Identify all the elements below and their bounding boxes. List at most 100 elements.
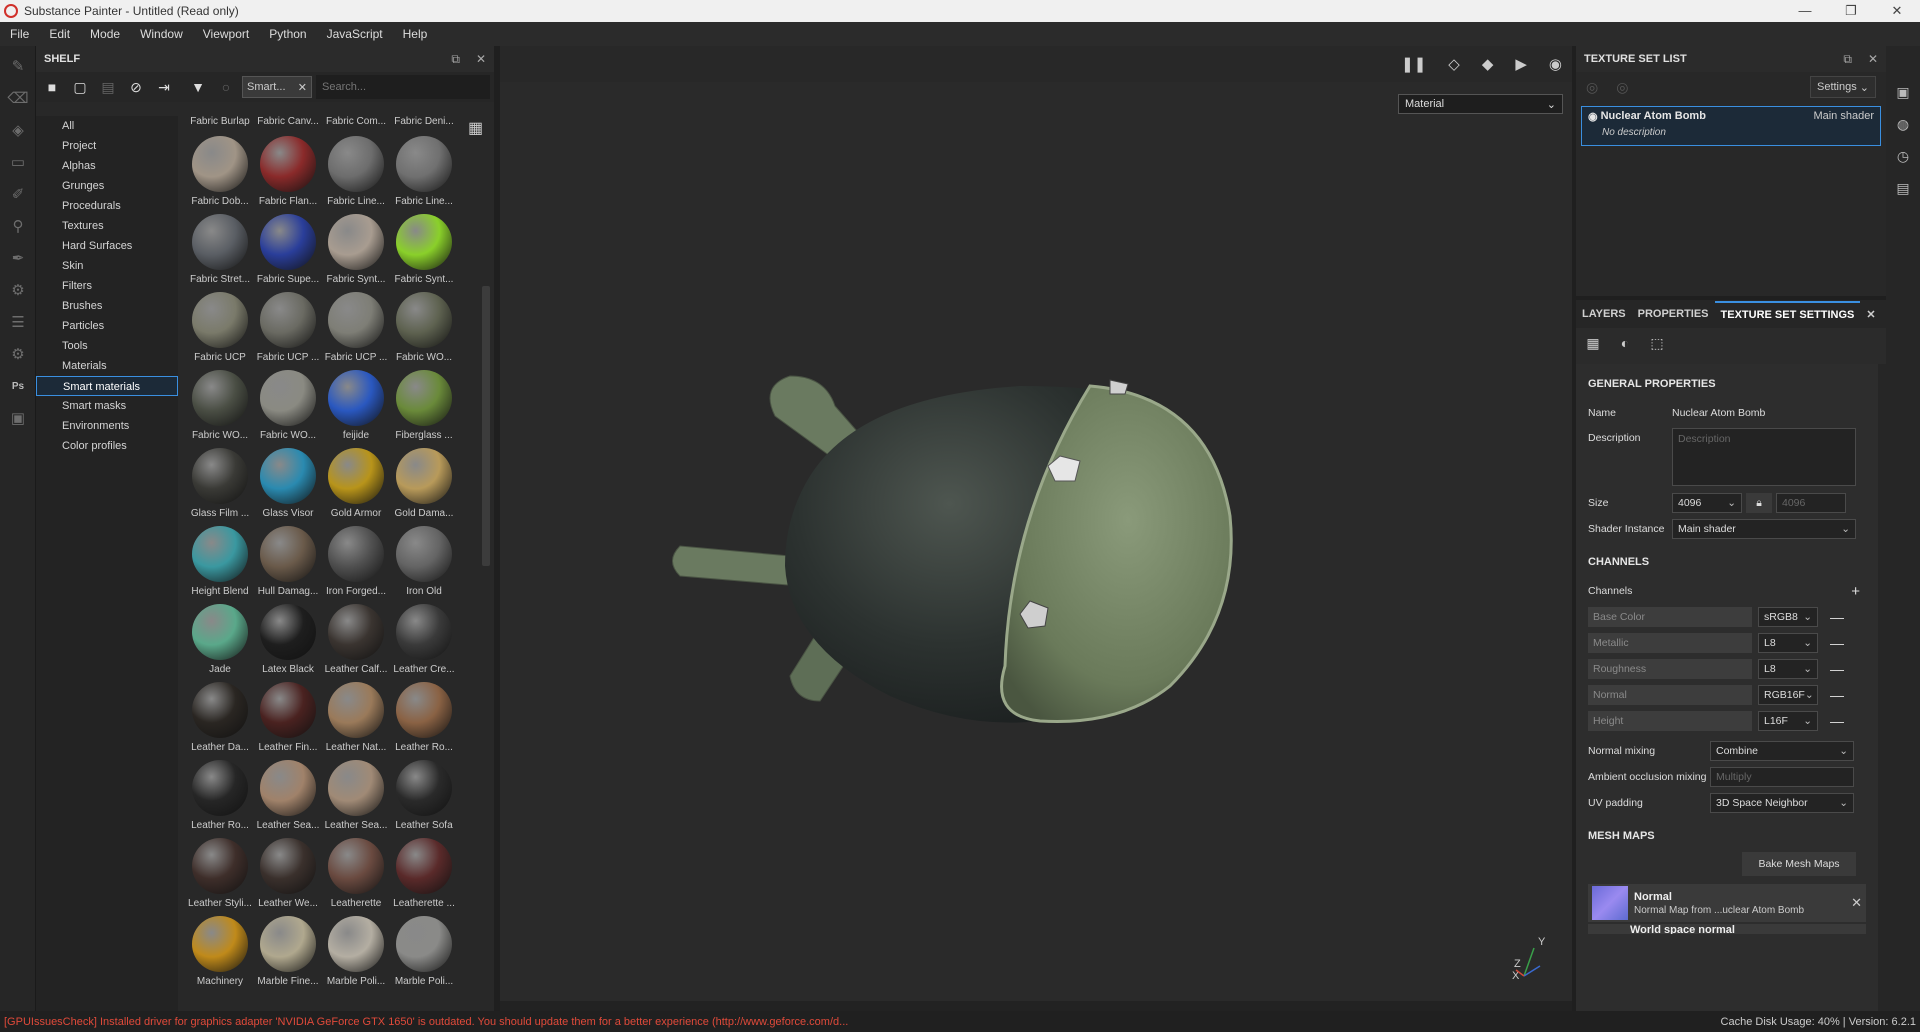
material-item[interactable]: Leather Sofa xyxy=(390,754,458,832)
paint-brush-icon[interactable]: ✎ xyxy=(0,50,36,82)
filter-icon[interactable]: ▼ xyxy=(186,75,210,99)
category-project[interactable]: Project xyxy=(36,136,178,156)
eye-outline-icon[interactable]: ◎ xyxy=(1616,79,1628,96)
category-tools[interactable]: Tools xyxy=(36,336,178,356)
material-label[interactable]: Fabric Com... xyxy=(322,116,390,130)
material-item[interactable]: Leatherette xyxy=(322,832,390,910)
settings-icon[interactable]: ⚙ xyxy=(0,338,36,370)
material-item[interactable]: Fabric Stret... xyxy=(186,208,254,286)
material-item[interactable]: Fabric UCP ... xyxy=(322,286,390,364)
menu-edit[interactable]: Edit xyxy=(39,27,80,41)
menu-window[interactable]: Window xyxy=(130,27,193,41)
material-item[interactable]: Fabric Line... xyxy=(322,130,390,208)
uv-padding-select[interactable]: 3D Space Neighbor ⌄ xyxy=(1710,793,1854,813)
material-label[interactable]: Fabric Canv... xyxy=(254,116,322,130)
material-sphere-icon[interactable]: ◐ xyxy=(1614,332,1636,354)
menu-help[interactable]: Help xyxy=(393,27,438,41)
material-item[interactable]: Leather Sea... xyxy=(322,754,390,832)
category-materials[interactable]: Materials xyxy=(36,356,178,376)
material-item[interactable]: Gold Armor xyxy=(322,442,390,520)
filter-chip[interactable]: Smart... ✕ xyxy=(242,76,312,98)
clone-stamp-icon[interactable]: ⚲ xyxy=(0,210,36,242)
material-mode-select[interactable]: Material ⌄ xyxy=(1398,94,1563,114)
texture-set-icon[interactable]: ▦ xyxy=(1582,332,1604,354)
channel-format-select[interactable]: L8 ⌄ xyxy=(1758,659,1818,679)
material-item[interactable]: Fabric UCP xyxy=(186,286,254,364)
material-item[interactable]: Fabric Synt... xyxy=(390,208,458,286)
minimize-button[interactable]: — xyxy=(1782,3,1828,19)
shelf-search-input[interactable] xyxy=(316,75,490,99)
menu-javascript[interactable]: JavaScript xyxy=(317,27,393,41)
close-panel-icon[interactable]: ✕ xyxy=(476,52,486,67)
smudge-icon[interactable]: ✐ xyxy=(0,178,36,210)
material-item[interactable]: Fabric Supe... xyxy=(254,208,322,286)
tss-scrollbar[interactable] xyxy=(1878,364,1886,1011)
material-item[interactable]: Leather We... xyxy=(254,832,322,910)
float-panel-icon[interactable]: ⧉ xyxy=(451,52,460,67)
refresh-icon[interactable]: ○ xyxy=(214,75,238,99)
name-value[interactable]: Nuclear Atom Bomb xyxy=(1672,407,1765,419)
material-item[interactable]: Fabric UCP ... xyxy=(254,286,322,364)
material-item[interactable]: Leather Da... xyxy=(186,676,254,754)
geometry-mask-icon[interactable]: ▭ xyxy=(0,146,36,178)
video-camera-icon[interactable]: ▶ xyxy=(1515,55,1527,73)
uv-icon[interactable]: ⬚ xyxy=(1646,332,1668,354)
menu-viewport[interactable]: Viewport xyxy=(193,27,259,41)
remove-mesh-map-icon[interactable]: ✕ xyxy=(1851,895,1862,911)
screenshot-icon[interactable]: ▣ xyxy=(0,402,36,434)
remove-channel-icon[interactable]: — xyxy=(1830,661,1844,677)
tab-texture-set-settings[interactable]: TEXTURE SET SETTINGS xyxy=(1714,301,1861,327)
material-label[interactable]: Fabric Burlap xyxy=(186,116,254,130)
grid-view-icon[interactable]: ▦ xyxy=(468,118,483,138)
material-item[interactable]: Gold Dama... xyxy=(390,442,458,520)
close-panel-icon[interactable]: ✕ xyxy=(1868,52,1878,67)
material-item[interactable]: Leather Ro... xyxy=(390,676,458,754)
shader-instance-select[interactable]: Main shader ⌄ xyxy=(1672,519,1856,539)
category-color-profiles[interactable]: Color profiles xyxy=(36,436,178,456)
material-item[interactable]: Iron Old xyxy=(390,520,458,598)
category-alphas[interactable]: Alphas xyxy=(36,156,178,176)
viewport-3d[interactable]: ❚❚ ◇ ◆ ▶ ◉ Material ⌄ Y Z X xyxy=(500,46,1572,1011)
category-textures[interactable]: Textures xyxy=(36,216,178,236)
camera-2d-icon[interactable]: ◇ xyxy=(1448,55,1460,73)
add-channel-icon[interactable]: + xyxy=(1851,583,1860,600)
size-select[interactable]: 4096 ⌄ xyxy=(1672,493,1742,513)
shader-settings-icon[interactable]: ◍ xyxy=(1886,108,1920,140)
category-smart-materials[interactable]: Smart materials xyxy=(36,376,178,396)
material-item[interactable]: feijide xyxy=(322,364,390,442)
camera-3d-icon[interactable]: ◆ xyxy=(1482,55,1494,73)
tab-properties[interactable]: PROPERTIES xyxy=(1632,308,1715,320)
remove-channel-icon[interactable]: — xyxy=(1830,713,1844,729)
category-environments[interactable]: Environments xyxy=(36,416,178,436)
texture-set-item[interactable]: ◉ Nuclear Atom Bomb Main shader No descr… xyxy=(1581,106,1881,146)
float-panel-icon[interactable]: ⧉ xyxy=(1843,52,1852,67)
lock-icon[interactable]: 🔒︎ xyxy=(1746,493,1772,513)
channel-format-select[interactable]: sRGB8 ⌄ xyxy=(1758,607,1818,627)
material-item[interactable]: Fabric Line... xyxy=(390,130,458,208)
hide-icon[interactable]: ⊘ xyxy=(124,75,148,99)
new-resource-icon[interactable]: ▢ xyxy=(68,75,92,99)
material-item[interactable]: Marble Poli... xyxy=(322,910,390,988)
material-item[interactable]: Fabric WO... xyxy=(254,364,322,442)
screenshot-camera-icon[interactable]: ◉ xyxy=(1549,55,1562,73)
log-icon[interactable]: ▤ xyxy=(1886,172,1920,204)
material-item[interactable]: Iron Forged... xyxy=(322,520,390,598)
material-item[interactable]: Leather Fin... xyxy=(254,676,322,754)
category-skin[interactable]: Skin xyxy=(36,256,178,276)
material-item[interactable]: Leather Styli... xyxy=(186,832,254,910)
photoshop-export-icon[interactable]: Ps xyxy=(0,370,36,402)
remove-channel-icon[interactable]: — xyxy=(1830,687,1844,703)
category-procedurals[interactable]: Procedurals xyxy=(36,196,178,216)
shelf-scrollbar[interactable] xyxy=(482,286,490,566)
material-item[interactable]: Fabric Synt... xyxy=(322,208,390,286)
material-item[interactable]: Fabric Dob... xyxy=(186,130,254,208)
layer-stack-icon[interactable]: ☰ xyxy=(0,306,36,338)
channel-format-select[interactable]: L8 ⌄ xyxy=(1758,633,1818,653)
material-item[interactable]: Fabric Flan... xyxy=(254,130,322,208)
material-item[interactable]: Marble Fine... xyxy=(254,910,322,988)
material-item[interactable]: Fiberglass ... xyxy=(390,364,458,442)
material-item[interactable]: Height Blend xyxy=(186,520,254,598)
mesh-map-normal[interactable]: Normal Normal Map from ...uclear Atom Bo… xyxy=(1588,884,1866,922)
category-particles[interactable]: Particles xyxy=(36,316,178,336)
list-icon[interactable]: ▤ xyxy=(96,75,120,99)
